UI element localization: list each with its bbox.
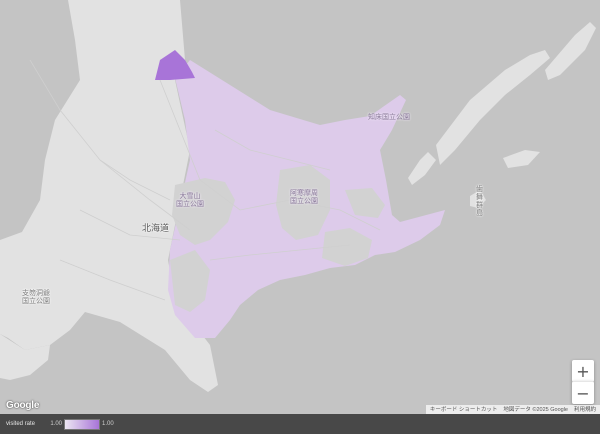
minus-icon: −	[576, 383, 590, 403]
zoom-out-button[interactable]: −	[572, 381, 594, 404]
label-shikotsu: 支笏洞爺 国立公園	[22, 290, 50, 305]
legend-title: visited rate	[6, 421, 36, 427]
label-shiretoko: 知床国立公園	[368, 114, 410, 121]
zoom-in-button[interactable]: +	[572, 360, 594, 382]
legend-bar: visited rate 1.00 1.00	[0, 414, 600, 434]
label-daisetsuzan: 大雪山 国立公園	[176, 193, 204, 208]
label-hokkaido: 北海道	[142, 223, 170, 233]
map-canvas[interactable]: 北海道 大雪山 国立公園 阿寒摩周 国立公園 知床国立公園 支笏洞爺 国立公園 …	[0, 0, 600, 434]
legend-gradient	[64, 418, 100, 430]
legend-min-value: 1.00	[50, 421, 62, 427]
label-habomai: 歯 舞 群 島	[476, 186, 483, 217]
map-layer	[0, 0, 600, 434]
plus-icon: +	[576, 361, 590, 381]
label-akan: 阿寒摩周 国立公園	[290, 190, 318, 205]
google-logo[interactable]: Google	[6, 400, 39, 411]
legend-max-value: 1.00	[102, 421, 114, 427]
